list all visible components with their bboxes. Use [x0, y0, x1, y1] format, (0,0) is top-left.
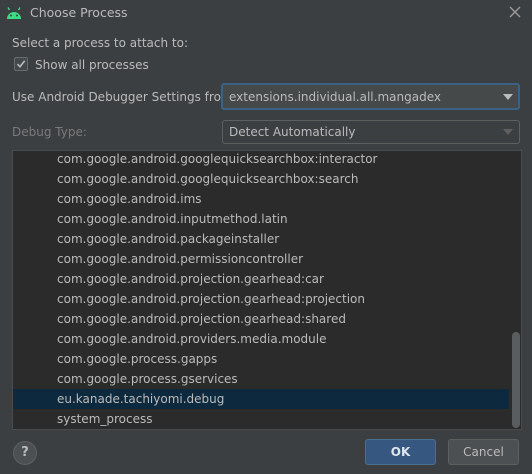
list-item[interactable]: com.google.process.gservices — [13, 369, 509, 389]
debugger-settings-label: Use Android Debugger Settings from: — [12, 90, 237, 104]
list-item[interactable]: com.google.android.projection.gearhead:c… — [13, 269, 509, 289]
close-icon[interactable] — [507, 4, 523, 20]
debug-type-value: Detect Automatically — [229, 125, 356, 139]
debug-type-dropdown[interactable]: Detect Automatically — [222, 120, 520, 144]
list-item[interactable]: com.google.process.gapps — [13, 349, 509, 369]
list-item[interactable]: com.google.android.projection.gearhead:p… — [13, 289, 509, 309]
debugger-settings-value: extensions.individual.all.mangadex — [229, 90, 441, 104]
list-item-selected[interactable]: eu.kanade.tachiyomi.debug — [13, 389, 509, 409]
list-item[interactable]: system_process — [13, 409, 509, 429]
process-name: com.google.android.projection.gearhead:c… — [57, 272, 324, 286]
list-item[interactable]: com.google.android.packageinstaller — [13, 229, 509, 249]
debugger-settings-dropdown[interactable]: extensions.individual.all.mangadex — [221, 83, 520, 110]
android-icon — [6, 6, 22, 20]
process-name: eu.kanade.tachiyomi.debug — [57, 392, 225, 406]
process-name: com.google.process.gapps — [57, 352, 218, 366]
list-item[interactable]: com.google.android.permissioncontroller — [13, 249, 509, 269]
show-all-processes-checkbox[interactable] — [14, 57, 28, 71]
list-item[interactable]: com.google.android.googlequicksearchbox:… — [13, 169, 509, 189]
list-item[interactable]: com.google.android.providers.media.modul… — [13, 329, 509, 349]
show-all-processes-label[interactable]: Show all processes — [35, 58, 149, 72]
process-name: system_process — [57, 412, 153, 426]
process-name: com.google.android.providers.media.modul… — [57, 332, 327, 346]
select-process-label: Select a process to attach to: — [12, 36, 189, 50]
process-name: com.google.android.googlequicksearchbox:… — [57, 152, 378, 166]
process-name: com.google.android.inputmethod.latin — [57, 212, 288, 226]
list-item[interactable]: com.google.android.googlequicksearchbox:… — [13, 151, 509, 169]
process-name: com.google.android.ims — [57, 192, 202, 206]
process-name: com.google.android.packageinstaller — [57, 232, 280, 246]
list-item[interactable]: com.google.android.ims — [13, 189, 509, 209]
process-name: com.google.android.projection.gearhead:s… — [57, 312, 346, 326]
help-button[interactable]: ? — [13, 441, 37, 465]
ok-button[interactable]: OK — [365, 439, 436, 465]
process-name: com.google.android.projection.gearhead:p… — [57, 292, 365, 306]
cancel-button[interactable]: Cancel — [448, 439, 519, 465]
chevron-down-icon — [503, 129, 513, 135]
chevron-down-icon — [503, 94, 513, 100]
process-list[interactable]: com.google.android.googlequicksearchbox:… — [12, 150, 522, 430]
debug-type-label: Debug Type: — [12, 125, 87, 139]
list-item[interactable]: com.google.android.projection.gearhead:s… — [13, 309, 509, 329]
scrollbar-thumb[interactable] — [512, 332, 520, 428]
window-title: Choose Process — [30, 5, 128, 20]
process-name: com.google.android.permissioncontroller — [57, 252, 304, 266]
list-item[interactable]: com.google.android.inputmethod.latin — [13, 209, 509, 229]
process-name: com.google.android.googlequicksearchbox:… — [57, 172, 359, 186]
process-name: com.google.process.gservices — [57, 372, 238, 386]
